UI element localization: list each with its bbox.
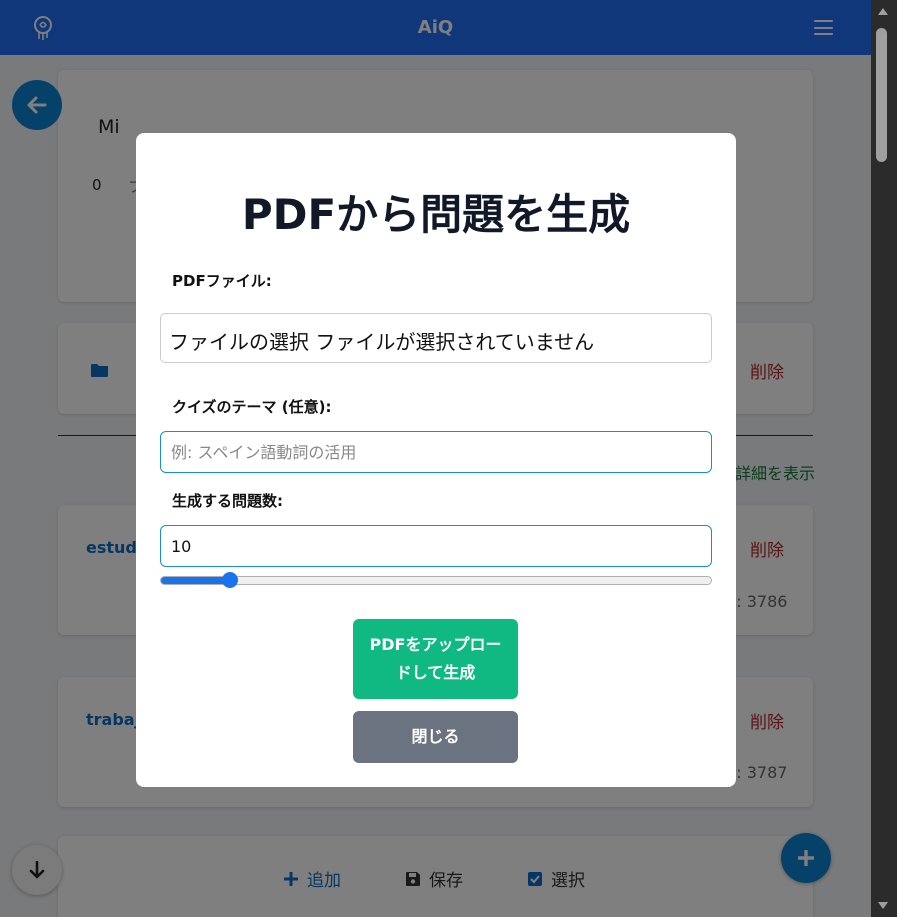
pdf-file-label: PDFファイル:: [172, 272, 272, 290]
theme-label: クイズのテーマ (任意):: [172, 398, 332, 416]
scroll-up-arrow-icon[interactable]: [878, 8, 888, 15]
scrollbar[interactable]: [871, 0, 897, 917]
scroll-down-arrow-icon[interactable]: [878, 902, 888, 909]
slider-thumb[interactable]: [222, 572, 238, 588]
slider-fill: [161, 577, 230, 584]
pdf-file-input[interactable]: ファイルの選択 ファイルが選択されていません: [160, 313, 712, 363]
question-count-label: 生成する問題数:: [172, 492, 283, 510]
theme-input[interactable]: [160, 431, 712, 473]
pdf-generate-modal: PDFから問題を生成 PDFファイル: ファイルの選択 ファイルが選択されていま…: [136, 133, 736, 787]
close-button[interactable]: 閉じる: [353, 711, 518, 763]
upload-generate-button[interactable]: PDFをアップロードして生成: [353, 619, 518, 699]
scroll-thumb[interactable]: [876, 28, 887, 162]
question-count-input[interactable]: [160, 525, 712, 567]
modal-title: PDFから問題を生成: [241, 190, 631, 239]
question-count-slider[interactable]: [160, 572, 712, 588]
